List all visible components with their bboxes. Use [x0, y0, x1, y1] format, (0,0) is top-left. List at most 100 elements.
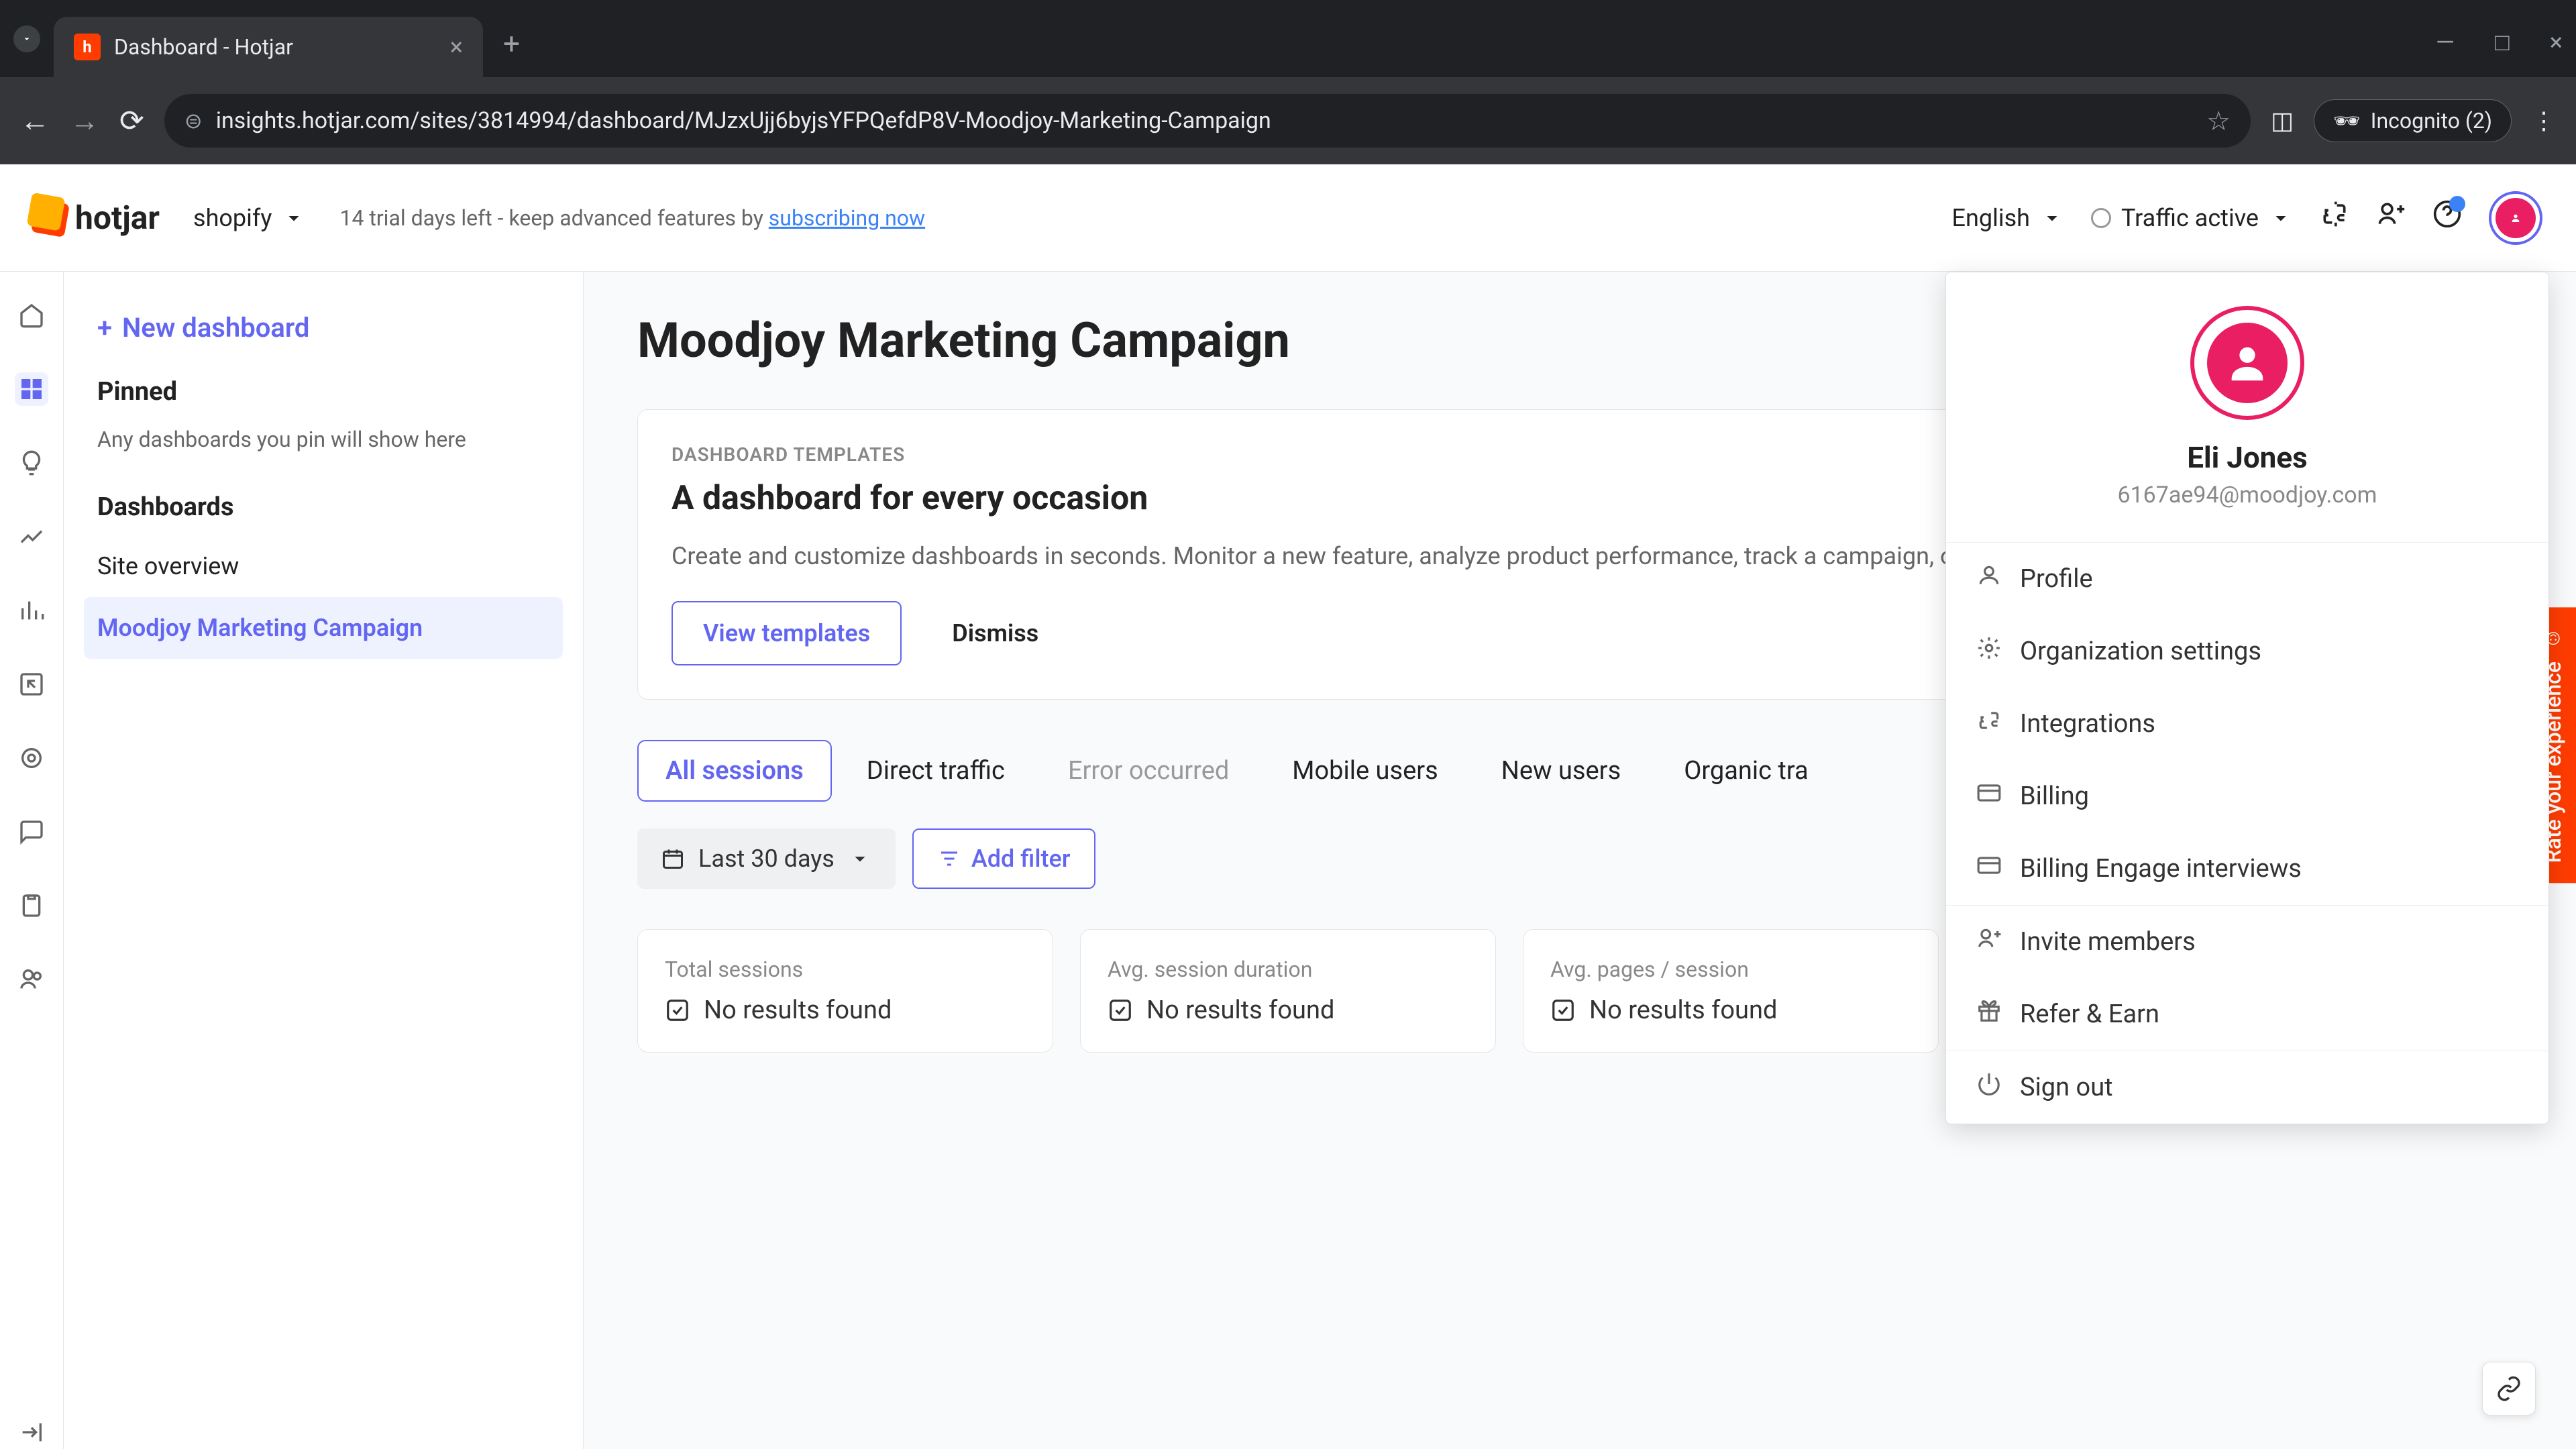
user-dropdown-menu: Eli Jones 6167ae94@moodjoy.com Profile O… — [1945, 272, 2549, 1124]
new-dashboard-button[interactable]: + New dashboard — [84, 299, 563, 357]
help-button[interactable] — [2432, 199, 2462, 236]
nav-dashboards[interactable] — [15, 372, 48, 406]
nav-surveys[interactable] — [15, 889, 48, 922]
chevron-down-icon — [282, 206, 306, 230]
nav-heatmaps[interactable] — [15, 741, 48, 775]
arrow-box-icon — [18, 671, 45, 698]
gift-icon — [1976, 998, 2003, 1030]
users-icon — [18, 966, 45, 993]
nav-highlights[interactable] — [15, 446, 48, 480]
menu-item-org-settings[interactable]: Organization settings — [1946, 615, 2548, 688]
incognito-badge[interactable]: 🕶 Incognito (2) — [2314, 99, 2512, 142]
menu-item-label: Organization settings — [2020, 637, 2261, 666]
reload-button[interactable]: ⟳ — [119, 103, 144, 138]
close-window-button[interactable]: × — [2550, 28, 2563, 56]
user-menu-button[interactable] — [2489, 191, 2542, 245]
language-selector[interactable]: English — [1952, 204, 2064, 232]
hotjar-favicon: h — [74, 34, 101, 60]
menu-item-label: Profile — [2020, 564, 2093, 594]
link-icon — [2496, 1375, 2522, 1402]
avatar-icon — [2496, 198, 2536, 238]
add-filter-button[interactable]: Add filter — [912, 828, 1095, 889]
avatar-icon — [2207, 323, 2288, 403]
forward-button[interactable]: → — [70, 103, 99, 138]
collapse-icon — [18, 1419, 45, 1446]
view-templates-button[interactable]: View templates — [672, 601, 902, 665]
metric-label: Avg. session duration — [1108, 957, 1468, 982]
address-bar[interactable]: ⊜ insights.hotjar.com/sites/3814994/dash… — [164, 94, 2251, 148]
integrations-button[interactable] — [2320, 199, 2349, 236]
puzzle-icon — [1976, 708, 2003, 740]
checkbox-icon — [1550, 998, 1576, 1023]
checkbox-icon — [1108, 998, 1133, 1023]
trial-message: 14 trial days left - keep advanced featu… — [339, 205, 925, 231]
user-plus-icon — [2376, 199, 2406, 229]
metric-label: Avg. pages / session — [1550, 957, 1911, 982]
subscribe-link[interactable]: subscribing now — [769, 205, 925, 231]
tab-search-button[interactable] — [13, 25, 40, 52]
menu-item-profile[interactable]: Profile — [1946, 543, 2548, 615]
metric-value: No results found — [1589, 996, 1777, 1025]
minimize-button[interactable]: — — [2436, 28, 2455, 56]
nav-feedback[interactable] — [15, 815, 48, 849]
nav-funnels[interactable] — [15, 594, 48, 627]
browser-menu-button[interactable]: ⋮ — [2532, 107, 2556, 135]
back-button[interactable]: ← — [20, 103, 50, 138]
menu-item-label: Sign out — [2020, 1073, 2113, 1102]
traffic-status[interactable]: Traffic active — [2091, 204, 2293, 232]
sidebar-item-moodjoy[interactable]: Moodjoy Marketing Campaign — [84, 597, 563, 659]
nav-trends[interactable] — [15, 520, 48, 553]
notification-dot — [2449, 196, 2465, 212]
tab-organic-traffic[interactable]: Organic tra — [1656, 740, 1836, 802]
tab-mobile-users[interactable]: Mobile users — [1264, 740, 1466, 802]
metric-avg-duration: Avg. session duration No results found — [1080, 929, 1496, 1053]
nav-home[interactable] — [15, 299, 48, 332]
date-range-label: Last 30 days — [698, 845, 835, 873]
menu-item-label: Integrations — [2020, 709, 2155, 739]
filter-icon — [937, 847, 961, 871]
menu-item-refer[interactable]: Refer & Earn — [1946, 978, 2548, 1051]
close-tab-button[interactable]: × — [450, 33, 463, 61]
nav-engage[interactable] — [15, 963, 48, 996]
site-info-icon[interactable]: ⊜ — [184, 108, 203, 133]
browser-tab[interactable]: h Dashboard - Hotjar × — [54, 17, 483, 77]
maximize-button[interactable]: □ — [2495, 28, 2510, 56]
puzzle-icon — [2320, 199, 2349, 229]
add-filter-label: Add filter — [971, 845, 1071, 873]
traffic-label: Traffic active — [2121, 204, 2259, 232]
new-tab-button[interactable]: + — [503, 26, 520, 61]
date-range-filter[interactable]: Last 30 days — [637, 828, 896, 889]
traffic-indicator-icon — [2091, 208, 2111, 228]
tab-error-occurred[interactable]: Error occurred — [1040, 740, 1257, 802]
tab-new-users[interactable]: New users — [1473, 740, 1649, 802]
bookmark-button[interactable]: ☆ — [2206, 105, 2231, 137]
lightbulb-icon — [18, 449, 45, 476]
tab-all-sessions[interactable]: All sessions — [637, 740, 832, 802]
invite-button[interactable] — [2376, 199, 2406, 236]
menu-item-billing-engage[interactable]: Billing Engage interviews — [1946, 833, 2548, 905]
chart-icon — [18, 523, 45, 550]
menu-item-invite[interactable]: Invite members — [1946, 906, 2548, 978]
nav-rail — [0, 272, 64, 1449]
org-selector[interactable]: shopify — [193, 204, 306, 232]
user-email: 6167ae94@moodjoy.com — [1980, 482, 2515, 508]
share-link-button[interactable] — [2482, 1362, 2536, 1415]
hotjar-logo[interactable]: hotjar — [34, 199, 160, 237]
tab-direct-traffic[interactable]: Direct traffic — [839, 740, 1033, 802]
calendar-icon — [661, 847, 685, 871]
side-panel-button[interactable]: ◫ — [2271, 107, 2294, 135]
menu-item-integrations[interactable]: Integrations — [1946, 688, 2548, 760]
sidebar-item-site-overview[interactable]: Site overview — [84, 535, 563, 597]
metric-label: Total sessions — [665, 957, 1026, 982]
menu-item-signout[interactable]: Sign out — [1946, 1051, 2548, 1124]
pinned-section-title: Pinned — [84, 357, 563, 420]
grid-icon — [18, 376, 45, 402]
chevron-down-icon — [21, 34, 32, 44]
bars-icon — [18, 597, 45, 624]
dropdown-avatar — [2190, 306, 2304, 420]
nav-recordings[interactable] — [15, 667, 48, 701]
checkbox-icon — [665, 998, 690, 1023]
nav-collapse[interactable] — [15, 1415, 48, 1449]
dismiss-button[interactable]: Dismiss — [922, 601, 1069, 665]
menu-item-billing[interactable]: Billing — [1946, 760, 2548, 833]
